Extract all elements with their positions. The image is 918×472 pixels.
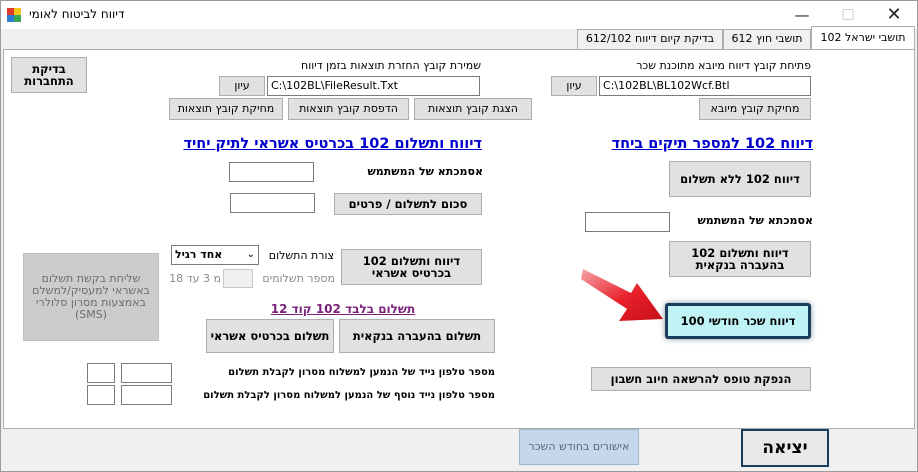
app-icon	[7, 8, 21, 22]
payment-form-button[interactable]: הנפקת טופס להרשאה חיוב חשבון	[591, 367, 811, 391]
close-button[interactable]: ✕	[871, 1, 917, 29]
import-path-input[interactable]: C:\102BL\BL102Wcf.Btl	[599, 76, 811, 96]
bank-transfer-report-button[interactable]: דיווח ותשלום 102 בהעברה בנקאית	[669, 241, 811, 277]
credit-report-pay-button[interactable]: דיווח ותשלום 102 בכרטיס אשראי	[341, 249, 482, 285]
window-title: דיווח לביטוח לאומי	[29, 7, 125, 21]
monthly-salary-report-button[interactable]: דיווח שכר חודשי 100	[665, 303, 811, 339]
phone1-number-input[interactable]	[121, 363, 172, 383]
delete-import-button[interactable]: מחיקת קובץ מיובא	[699, 98, 811, 120]
user-code-label-right: אסמכתא של המשתמש	[697, 214, 813, 227]
check-connection-button[interactable]: בדיקת התחברות	[11, 57, 87, 93]
tab-check-report[interactable]: בדיקת קיום דיווח 612/102	[577, 29, 723, 49]
user-code-input-credit[interactable]	[229, 162, 314, 182]
code12-credit-card-button[interactable]: תשלום בכרטיס אשראי	[206, 319, 334, 353]
tab-israel-residents[interactable]: 102 תושבי ישראל	[811, 26, 915, 50]
import-browse-button[interactable]: עיון	[551, 76, 597, 96]
phone1-prefix-input[interactable]	[87, 363, 115, 383]
show-results-button[interactable]: הצגת קובץ תוצאות	[414, 98, 532, 120]
import-file-label: פתיחת קובץ דיווח מיובא מתוכנת שכר	[636, 59, 811, 72]
app-window: דיווח לביטוח לאומי — ☐ ✕ בדיקת קיום דיוו…	[0, 0, 918, 472]
approvals-button[interactable]: אישורים בחודש השכר	[519, 429, 639, 465]
num-payments-input[interactable]	[223, 269, 253, 288]
chevron-down-icon: ⌄	[246, 249, 255, 260]
credit-section-title: דיווח ותשלום 102 בכרטיס אשראי לתיק יחיד	[183, 136, 482, 152]
amount-details-button[interactable]: סכום לתשלום / פרטים	[334, 193, 482, 215]
phone2-prefix-input[interactable]	[87, 385, 115, 405]
sms-payment-request-button[interactable]: שליחת בקשת תשלום באשראי למעסיק/למשלם באמ…	[23, 253, 159, 341]
code12-link[interactable]: תשלום בלבד 102 קוד 12	[263, 302, 423, 316]
user-code-input-right[interactable]	[585, 212, 670, 232]
pointer-arrow-icon	[581, 263, 667, 325]
phone2-number-input[interactable]	[121, 385, 172, 405]
amount-input[interactable]	[230, 193, 315, 213]
results-browse-button[interactable]: עיון	[219, 76, 265, 96]
exit-button[interactable]: יציאה	[741, 429, 829, 467]
tab-foreign-residents[interactable]: 612 תושבי חוץ	[723, 29, 811, 49]
user-code-label-credit: אסמכתא של המשתמש	[367, 165, 483, 178]
minimize-button[interactable]: —	[779, 1, 825, 29]
multi-file-section-title: דיווח 102 למספר תיקים ביחד	[611, 136, 813, 152]
num-payments-label: מספר תשלומים	[262, 272, 335, 285]
code12-bank-transfer-button[interactable]: תשלום בהעברה בנקאית	[339, 319, 495, 353]
payment-form-value: אחד רגיל	[175, 248, 223, 261]
phone2-label: מספר טלפון נייד נוסף של הנמען למשלוח מסר…	[203, 390, 495, 401]
payment-form-select[interactable]: אחד רגיל ⌄	[171, 245, 259, 265]
payment-form-label: צורת התשלום	[268, 249, 334, 262]
report-no-payment-button[interactable]: דיווח 102 ללא תשלום	[669, 161, 811, 197]
delete-results-button[interactable]: מחיקת קובץ תוצאות	[169, 98, 283, 120]
results-path-input[interactable]: C:\102BL\FileResult.Txt	[267, 76, 480, 96]
print-results-button[interactable]: הדפסת קובץ תוצאות	[288, 98, 409, 120]
maximize-button[interactable]: ☐	[825, 1, 871, 29]
payments-range-text: מ 3 עד 18	[169, 272, 221, 285]
phone1-label: מספר טלפון נייד של הנמען למשלוח מסרון לק…	[228, 367, 495, 378]
results-file-label: שמירת קובץ החזרת תוצאות בזמן דיווח	[301, 59, 481, 72]
